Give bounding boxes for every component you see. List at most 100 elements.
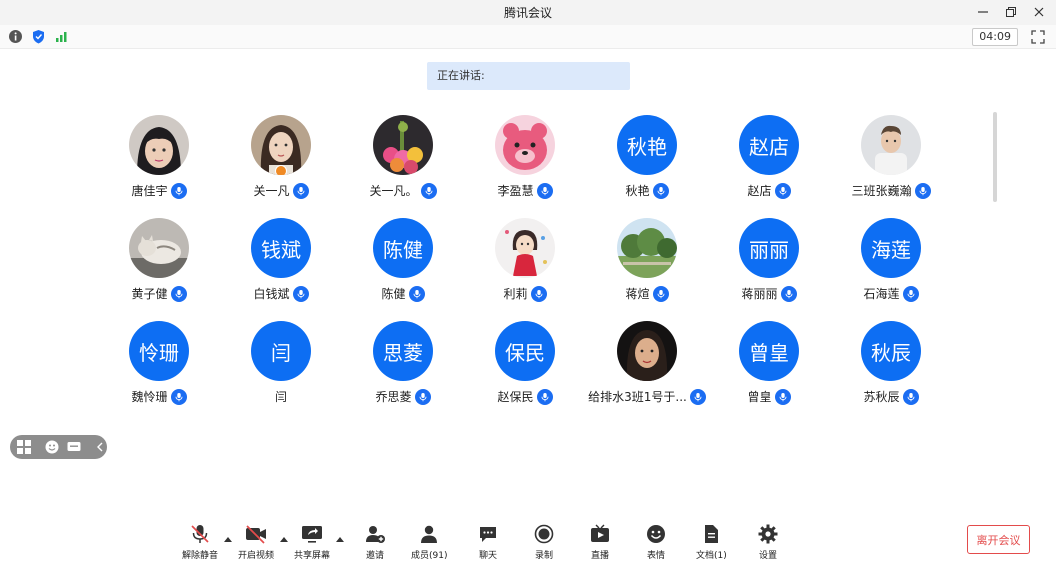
live-button[interactable]: 直播 — [588, 522, 612, 561]
add-person-icon — [363, 522, 387, 546]
leave-meeting-button[interactable]: 离开会议 — [967, 525, 1030, 554]
avatar — [617, 218, 677, 278]
participant-name-row: 白钱斌 — [253, 285, 309, 302]
minimize-icon[interactable] — [974, 3, 992, 21]
participant-name: 黄子健 — [131, 287, 168, 301]
record-button[interactable]: 录制 — [532, 522, 556, 561]
participant-name-row: 苏秋辰 — [863, 388, 919, 405]
invite-button[interactable]: 邀请 — [363, 522, 387, 561]
chevron-left-icon[interactable] — [94, 439, 106, 455]
emoji-icon[interactable] — [44, 439, 60, 455]
status-bar: 04:09 — [0, 25, 1056, 49]
participant-tile[interactable]: 赵店 赵店 — [708, 115, 830, 205]
share-screen-button[interactable]: 共享屏幕 — [294, 522, 330, 561]
participant-name: 给排水3班1号于... — [588, 390, 687, 404]
chat-button[interactable]: 聊天 — [476, 522, 500, 561]
person-icon — [417, 522, 441, 546]
participant-tile[interactable]: 怜珊 魏怜珊 — [98, 321, 220, 411]
avatar: 曾皇 — [739, 321, 799, 381]
meeting-timer: 04:09 — [972, 28, 1018, 46]
participant-name: 曾皇 — [747, 390, 772, 404]
participant-tile[interactable]: 秋辰 苏秋辰 — [830, 321, 952, 411]
avatar — [495, 115, 555, 175]
avatar — [495, 218, 555, 278]
docs-button[interactable]: 文档(1) — [696, 522, 727, 561]
participant-tile[interactable]: 唐佳宇 — [98, 115, 220, 205]
participant-tile[interactable]: 黄子健 — [98, 218, 220, 308]
view-toolbar — [10, 435, 107, 459]
participant-name-row: 李盈慧 — [497, 182, 553, 199]
mic-icon — [170, 182, 187, 199]
fullscreen-icon[interactable] — [1030, 29, 1046, 45]
participant-tile[interactable]: 关一凡 — [220, 115, 342, 205]
avatar — [861, 115, 921, 175]
camera-off-icon — [244, 522, 268, 546]
participant-tile[interactable]: 钱斌 白钱斌 — [220, 218, 342, 308]
participant-name: 赵店 — [747, 184, 772, 198]
mic-icon — [530, 285, 547, 302]
mic-icon — [914, 182, 931, 199]
restore-icon[interactable] — [1002, 3, 1020, 21]
grid-scrollbar[interactable] — [993, 112, 997, 202]
avatar: 秋辰 — [861, 321, 921, 381]
shield-icon[interactable] — [31, 29, 46, 44]
layout-grid-icon[interactable] — [16, 439, 32, 455]
participant-tile[interactable]: 利莉 — [464, 218, 586, 308]
participant-name: 蒋煊 — [625, 287, 650, 301]
participant-name-row: 唐佳宇 — [131, 182, 187, 199]
mic-icon — [292, 182, 309, 199]
live-stream-icon — [588, 522, 612, 546]
participant-name: 乔思菱 — [375, 390, 412, 404]
unmute-button[interactable]: 解除静音 — [182, 522, 218, 561]
avatar: 保民 — [495, 321, 555, 381]
participant-name-row: 利莉 — [503, 285, 547, 302]
participant-tile[interactable]: 三班张巍瀚 — [830, 115, 952, 205]
share-options-caret-icon[interactable] — [335, 528, 345, 542]
start-video-button[interactable]: 开启视频 — [238, 522, 274, 561]
avatar: 秋艳 — [617, 115, 677, 175]
signal-icon[interactable] — [54, 29, 69, 44]
participant-tile[interactable]: 给排水3班1号于... — [586, 321, 708, 411]
mic-icon — [170, 285, 187, 302]
close-icon[interactable] — [1030, 3, 1048, 21]
participant-tile[interactable]: 曾皇 曾皇 — [708, 321, 830, 411]
mic-icon — [902, 285, 919, 302]
avatar: 怜珊 — [129, 321, 189, 381]
participant-tile[interactable]: 思菱 乔思菱 — [342, 321, 464, 411]
gear-icon — [756, 522, 780, 546]
participant-name-row: 给排水3班1号于... — [588, 388, 706, 405]
info-icon[interactable] — [8, 29, 23, 44]
participant-name: 闫 — [274, 390, 287, 404]
mic-icon — [652, 182, 669, 199]
participant-tile[interactable]: 陈健 陈健 — [342, 218, 464, 308]
participant-name-row: 蒋丽丽 — [741, 285, 797, 302]
participant-tile[interactable]: 保民 赵保民 — [464, 321, 586, 411]
chat-bubble-icon[interactable] — [66, 439, 82, 455]
mic-icon — [780, 285, 797, 302]
settings-button[interactable]: 设置 — [756, 522, 780, 561]
avatar: 丽丽 — [739, 218, 799, 278]
video-options-caret-icon[interactable] — [279, 528, 289, 542]
participant-tile[interactable]: 蒋煊 — [586, 218, 708, 308]
avatar — [129, 115, 189, 175]
participant-name-row: 赵店 — [747, 182, 791, 199]
participant-tile[interactable]: 李盈慧 — [464, 115, 586, 205]
members-button[interactable]: 成员(91) — [411, 522, 447, 561]
participant-name-row: 黄子健 — [131, 285, 187, 302]
mic-options-caret-icon[interactable] — [223, 528, 233, 542]
participant-name-row: 关一凡。 — [369, 182, 437, 199]
participant-name-row: 魏怜珊 — [131, 388, 187, 405]
participant-name-row: 秋艳 — [625, 182, 669, 199]
record-icon — [532, 522, 556, 546]
meeting-toolbar: 解除静音 开启视频 共享屏幕 邀请 成员(91) 聊天 录制 直播 表情 文档(… — [0, 516, 1056, 562]
reactions-button[interactable]: 表情 — [644, 522, 668, 561]
participant-tile[interactable]: 闫闫 — [220, 321, 342, 411]
participant-tile[interactable]: 秋艳 秋艳 — [586, 115, 708, 205]
participant-name: 白钱斌 — [253, 287, 290, 301]
participant-tile[interactable]: 丽丽 蒋丽丽 — [708, 218, 830, 308]
participant-tile[interactable]: 关一凡。 — [342, 115, 464, 205]
participant-name: 石海莲 — [863, 287, 900, 301]
chat-icon — [476, 522, 500, 546]
participant-tile[interactable]: 海莲 石海莲 — [830, 218, 952, 308]
participant-name: 苏秋辰 — [863, 390, 900, 404]
